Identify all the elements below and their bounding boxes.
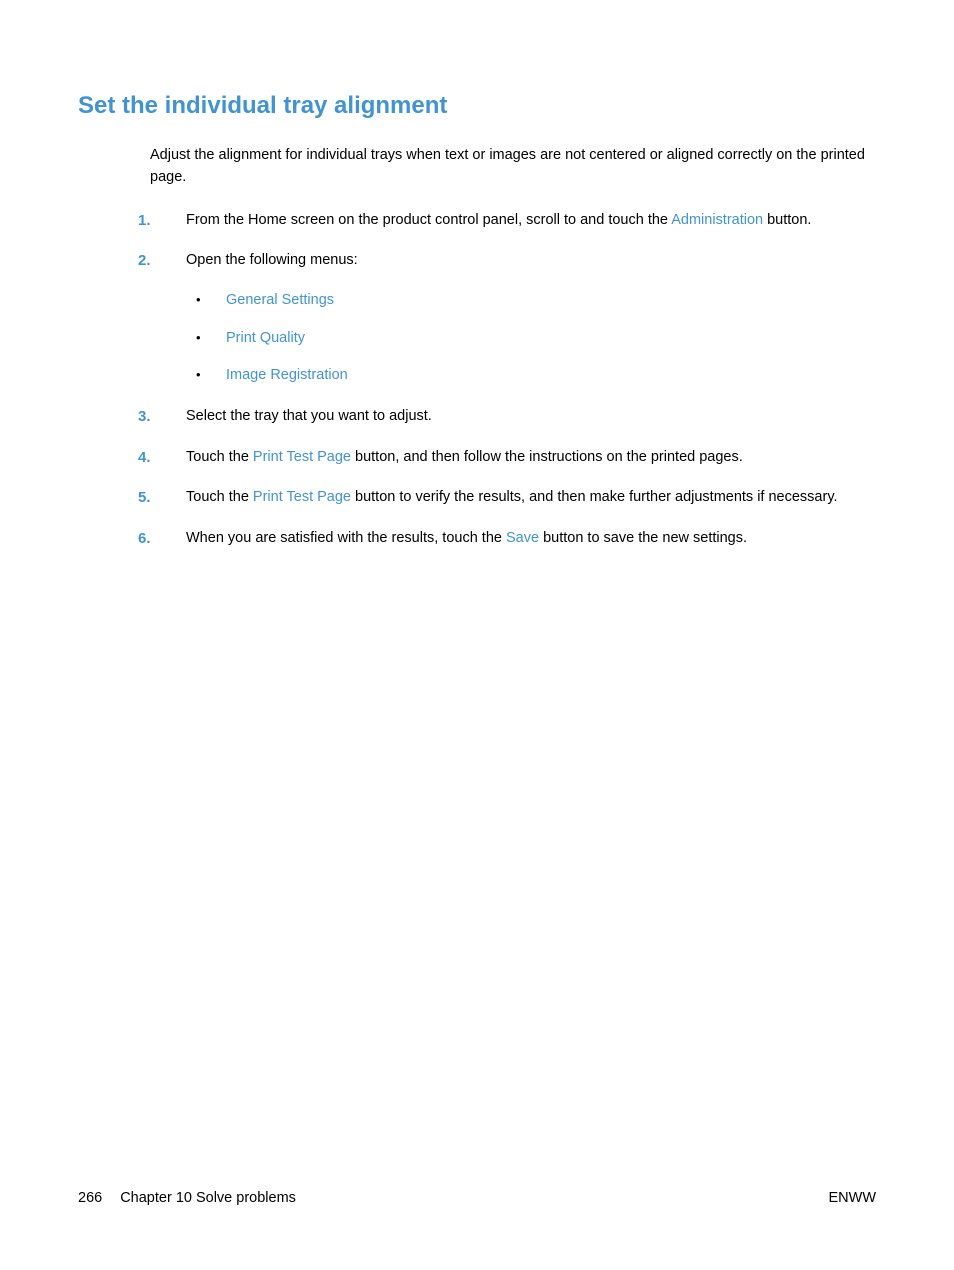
image-registration-link: Image Registration: [226, 367, 348, 383]
print-test-page-link-4: Print Test Page: [253, 449, 351, 465]
step-4-text-pre: Touch the: [186, 449, 253, 465]
step-3-text: Select the tray that you want to adjust.: [186, 408, 432, 424]
section-heading: Set the individual tray alignment: [78, 92, 876, 120]
footer-right: ENWW: [828, 1190, 876, 1206]
administration-link: Administration: [671, 212, 763, 228]
submenu-image-registration: Image Registration: [190, 365, 876, 387]
save-link: Save: [506, 530, 539, 546]
step-5-text-pre: Touch the: [186, 489, 253, 505]
page-footer: 266 Chapter 10 Solve problems ENWW: [78, 1190, 876, 1206]
footer-left: 266 Chapter 10 Solve problems: [78, 1190, 296, 1206]
chapter-label: Chapter 10 Solve problems: [120, 1190, 296, 1206]
step-3: Select the tray that you want to adjust.: [138, 405, 876, 427]
step-2-text: Open the following menus:: [186, 252, 358, 268]
page-content: Set the individual tray alignment Adjust…: [0, 0, 954, 549]
page-number: 266: [78, 1190, 102, 1206]
step-1-text-post: button.: [763, 212, 811, 228]
steps-list: From the Home screen on the product cont…: [138, 209, 876, 549]
intro-paragraph: Adjust the alignment for individual tray…: [150, 144, 876, 189]
step-6: When you are satisfied with the results,…: [138, 527, 876, 549]
step-4-text-post: button, and then follow the instructions…: [351, 449, 743, 465]
step-1-text-pre: From the Home screen on the product cont…: [186, 212, 671, 228]
step-6-text-pre: When you are satisfied with the results,…: [186, 530, 506, 546]
submenu-list: General Settings Print Quality Image Reg…: [190, 290, 876, 387]
step-6-text-post: button to save the new settings.: [539, 530, 747, 546]
locale-label: ENWW: [828, 1190, 876, 1206]
step-1: From the Home screen on the product cont…: [138, 209, 876, 231]
submenu-general-settings: General Settings: [190, 290, 876, 312]
print-test-page-link-5: Print Test Page: [253, 489, 351, 505]
general-settings-link: General Settings: [226, 292, 334, 308]
print-quality-link: Print Quality: [226, 330, 305, 346]
step-4: Touch the Print Test Page button, and th…: [138, 446, 876, 468]
submenu-print-quality: Print Quality: [190, 328, 876, 350]
step-2: Open the following menus: General Settin…: [138, 249, 876, 387]
step-5: Touch the Print Test Page button to veri…: [138, 486, 876, 508]
step-5-text-post: button to verify the results, and then m…: [351, 489, 838, 505]
